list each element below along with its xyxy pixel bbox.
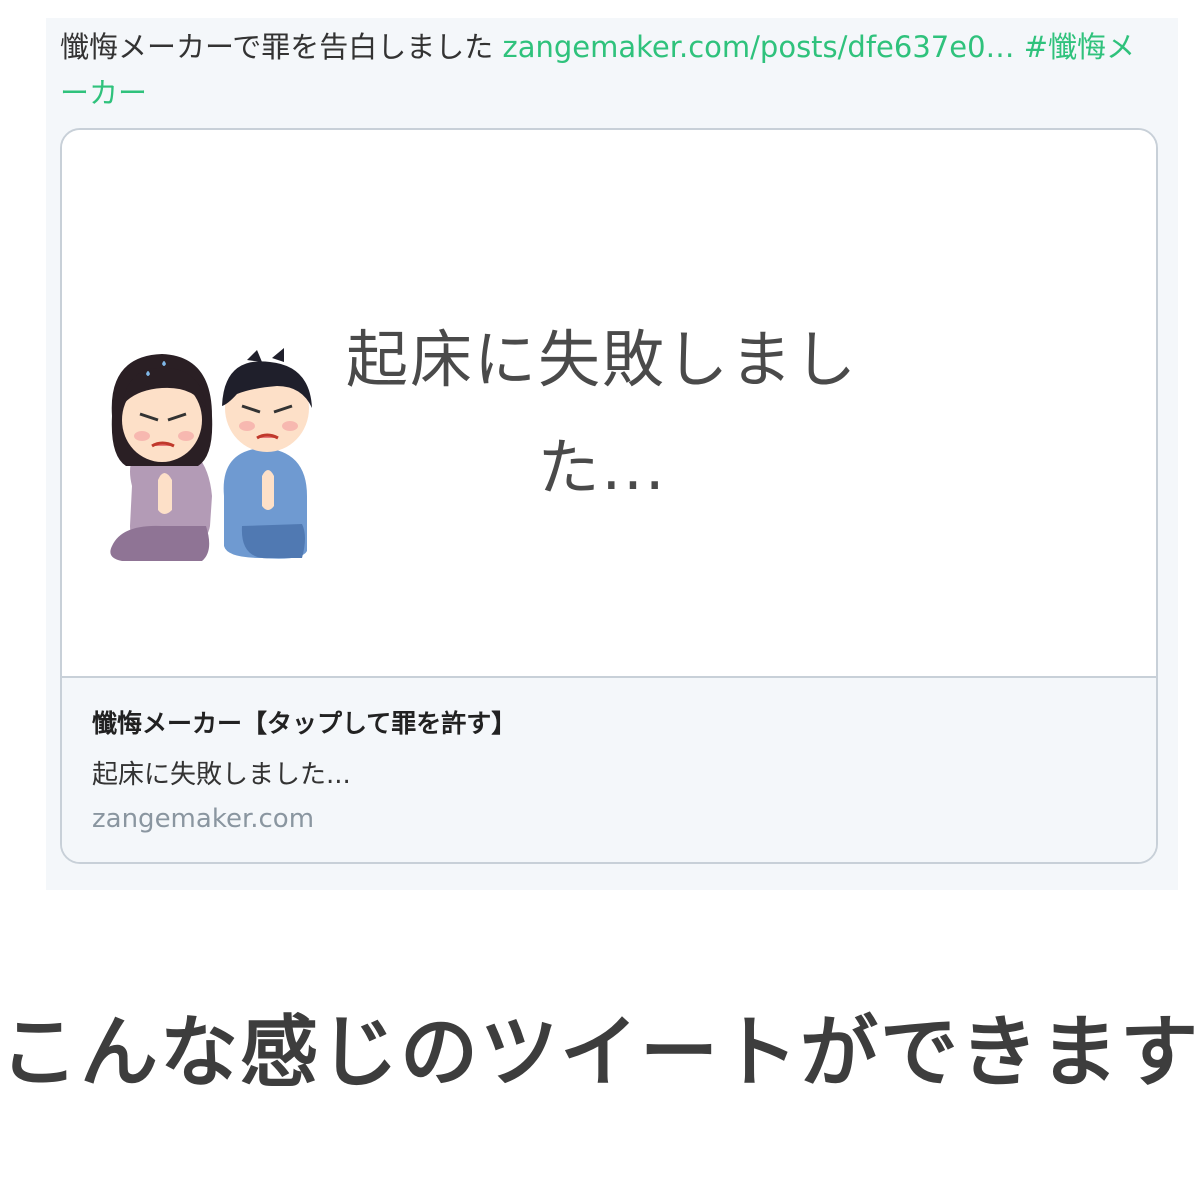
boy-figure bbox=[222, 348, 312, 559]
girl-figure bbox=[110, 354, 213, 561]
tweet-link[interactable]: zangemaker.com/posts/dfe637e0… bbox=[502, 30, 1014, 64]
card-image-text: 起床に失敗しました... bbox=[345, 323, 858, 504]
card-body: 懺悔メーカー【タップして罪を許す】 起床に失敗しました... zangemake… bbox=[62, 678, 1156, 862]
tweet-body-text: 懺悔メーカーで罪を告白しました bbox=[60, 30, 503, 64]
tweet-text: 懺悔メーカーで罪を告白しました zangemaker.com/posts/dfe… bbox=[60, 24, 1160, 116]
tweet-preview: 懺悔メーカーで罪を告白しました zangemaker.com/posts/dfe… bbox=[46, 18, 1178, 890]
praying-people-illustration bbox=[110, 348, 312, 561]
link-card[interactable]: 起床に失敗しました... 懺悔メーカー【タップして罪を許す】 起床に失敗しました… bbox=[60, 128, 1158, 864]
caption-text: こんな感じのツイートができます bbox=[0, 1008, 1200, 1098]
card-domain: zangemaker.com bbox=[92, 804, 315, 834]
card-title: 懺悔メーカー【タップして罪を許す】 bbox=[92, 709, 517, 738]
card-description: 起床に失敗しました... bbox=[92, 760, 351, 790]
card-image: 起床に失敗しました... bbox=[62, 130, 1156, 678]
